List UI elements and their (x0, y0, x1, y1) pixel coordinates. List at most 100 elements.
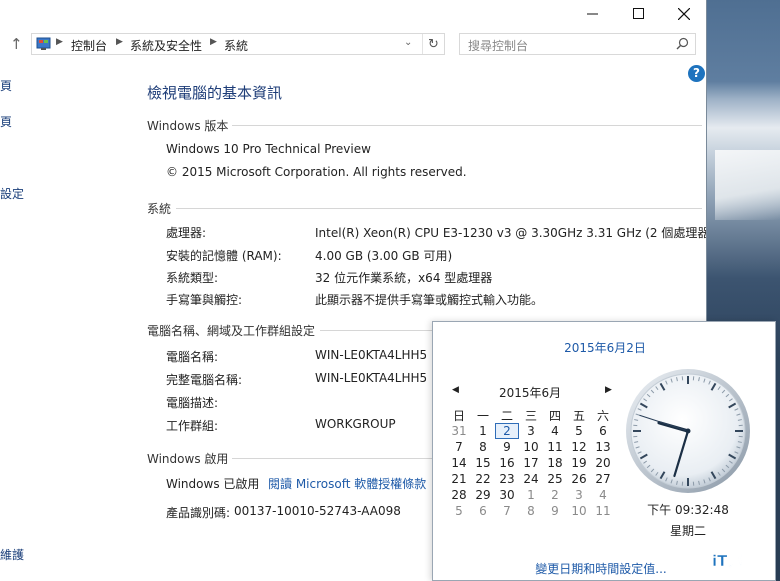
weekday-header: 四 (548, 409, 561, 423)
calendar-day[interactable]: 8 (471, 439, 495, 455)
calendar-day[interactable]: 13 (591, 439, 615, 455)
calendar-day[interactable]: 3 (567, 487, 591, 503)
breadcrumb-chevron-icon: ▶ (116, 37, 123, 47)
breadcrumb-control-panel[interactable]: 控制台 (71, 37, 107, 54)
calendar-day[interactable]: 27 (591, 471, 615, 487)
previous-month-icon[interactable]: ◀ (452, 385, 459, 395)
search-icon (676, 37, 689, 50)
desktop-snow-detail (715, 150, 780, 220)
next-month-icon[interactable]: ▶ (605, 385, 612, 395)
ithome-watermark-logo: iT邦 幫忙 (712, 552, 770, 571)
calendar-day[interactable]: 28 (447, 487, 471, 503)
maximize-icon (632, 8, 644, 19)
calendar-day[interactable]: 1 (471, 423, 495, 439)
search-placeholder: 搜尋控制台 (468, 39, 529, 53)
control-panel-icon (36, 37, 51, 50)
calendar-day[interactable]: 16 (495, 455, 519, 471)
section-divider (232, 458, 432, 459)
ram-label: 安裝的記憶體 (RAM): (166, 249, 282, 263)
processor-value: Intel(R) Xeon(R) CPU E3-1230 v3 @ 3.30GH… (315, 226, 707, 240)
calendar-day[interactable]: 10 (567, 503, 591, 519)
help-icon[interactable]: ? (688, 65, 705, 82)
left-nav-item[interactable]: 頁 (0, 77, 12, 94)
address-bar[interactable]: ▶ 控制台 ▶ 系統及安全性 ▶ 系統 ⌄ ↻ (31, 33, 445, 55)
license-terms-link[interactable]: 閱讀 Microsoft 軟體授權條款 (268, 475, 426, 492)
section-heading-system: 系統 (147, 202, 172, 216)
calendar-day[interactable]: 14 (447, 455, 471, 471)
time-text: 下午 09:32:48 (647, 503, 729, 517)
edition-name: Windows 10 Pro Technical Preview (166, 142, 371, 156)
calendar-day[interactable]: 8 (519, 503, 543, 519)
computer-description-label: 電腦描述: (166, 396, 219, 410)
calendar-day[interactable]: 9 (543, 503, 567, 519)
left-nav-item[interactable]: 頁 (0, 113, 12, 130)
calendar-day[interactable]: 11 (591, 503, 615, 519)
calendar-day[interactable]: 2 (495, 423, 519, 439)
calendar-day[interactable]: 5 (567, 423, 591, 439)
left-nav-item[interactable]: 設定 (0, 185, 24, 202)
workgroup-label: 工作群組: (166, 419, 219, 433)
weekday-header: 六 (596, 409, 609, 423)
calendar-day[interactable]: 29 (471, 487, 495, 503)
pen-touch-label: 手寫筆與觸控: (166, 293, 243, 307)
title-bar[interactable] (0, 0, 706, 27)
calendar-day[interactable]: 7 (495, 503, 519, 519)
up-arrow-icon[interactable]: ↑ (10, 35, 26, 53)
calendar-day[interactable]: 24 (519, 471, 543, 487)
calendar-day[interactable]: 30 (495, 487, 519, 503)
calendar-day[interactable]: 6 (591, 423, 615, 439)
maximize-button[interactable] (615, 0, 661, 27)
calendar-day[interactable]: 10 (519, 439, 543, 455)
calendar-day[interactable]: 3 (519, 423, 543, 439)
section-divider (176, 208, 702, 209)
close-button[interactable] (661, 0, 706, 27)
calendar-day[interactable]: 26 (567, 471, 591, 487)
calendar-day[interactable]: 2 (543, 487, 567, 503)
address-row: ↑ ▶ 控制台 ▶ 系統及安全性 ▶ 系統 ⌄ ↻ 搜尋控制台 (0, 27, 706, 61)
computer-name-label: 電腦名稱: (166, 350, 219, 364)
svg-text:iT邦: iT邦 (712, 552, 742, 570)
search-input[interactable]: 搜尋控制台 (459, 33, 696, 55)
calendar-day[interactable]: 15 (471, 455, 495, 471)
weekday-header: 二 (500, 409, 513, 423)
refresh-icon[interactable]: ↻ (422, 34, 444, 54)
breadcrumb-system[interactable]: 系統 (224, 37, 248, 54)
breadcrumb-system-security[interactable]: 系統及安全性 (130, 37, 202, 54)
calendar-day[interactable]: 9 (495, 439, 519, 455)
calendar-month-label[interactable]: 2015年6月 (499, 384, 561, 401)
product-id-label: 產品識別碼: (166, 506, 231, 520)
calendar-day[interactable]: 7 (447, 439, 471, 455)
calendar-day[interactable]: 4 (543, 423, 567, 439)
section-heading-activation: Windows 啟用 (147, 452, 229, 466)
calendar-day[interactable]: 6 (471, 503, 495, 519)
weekday-header: 五 (572, 409, 585, 423)
calendar-day[interactable]: 23 (495, 471, 519, 487)
section-heading-edition: Windows 版本 (147, 119, 229, 133)
long-date[interactable]: 2015年6月2日 (433, 339, 777, 356)
calendar-day[interactable]: 5 (447, 503, 471, 519)
section-divider (320, 330, 432, 331)
calendar-day[interactable]: 1 (519, 487, 543, 503)
calendar-day[interactable]: 20 (591, 455, 615, 471)
weekday-header: 三 (524, 409, 537, 423)
minimize-icon (586, 13, 598, 15)
calendar-day[interactable]: 31 (447, 423, 471, 439)
workgroup-value: WORKGROUP (315, 417, 396, 431)
calendar-day[interactable]: 12 (567, 439, 591, 455)
left-nav-item[interactable]: 維護 (0, 546, 24, 563)
date-time-flyout: 2015年6月2日 ◀ 2015年6月 ▶ 日一二三四五六 31 1 2 3 4 5 6 7 8 9… (432, 321, 776, 581)
calendar-day[interactable]: 19 (567, 455, 591, 471)
calendar-day[interactable]: 4 (591, 487, 615, 503)
product-id-value: 00137-10010-52743-AA098 (234, 504, 401, 518)
chevron-down-icon[interactable]: ⌄ (404, 37, 412, 48)
calendar-day[interactable]: 22 (471, 471, 495, 487)
pen-touch-value: 此顯示器不提供手寫筆或觸控式輸入功能。 (315, 293, 544, 307)
calendar-day[interactable]: 21 (447, 471, 471, 487)
calendar-day[interactable]: 18 (543, 455, 567, 471)
minimize-button[interactable] (569, 0, 615, 27)
calendar-day[interactable]: 11 (543, 439, 567, 455)
calendar-day[interactable]: 25 (543, 471, 567, 487)
calendar-day[interactable]: 17 (519, 455, 543, 471)
breadcrumb-chevron-icon: ▶ (210, 37, 217, 47)
section-divider (232, 125, 702, 126)
